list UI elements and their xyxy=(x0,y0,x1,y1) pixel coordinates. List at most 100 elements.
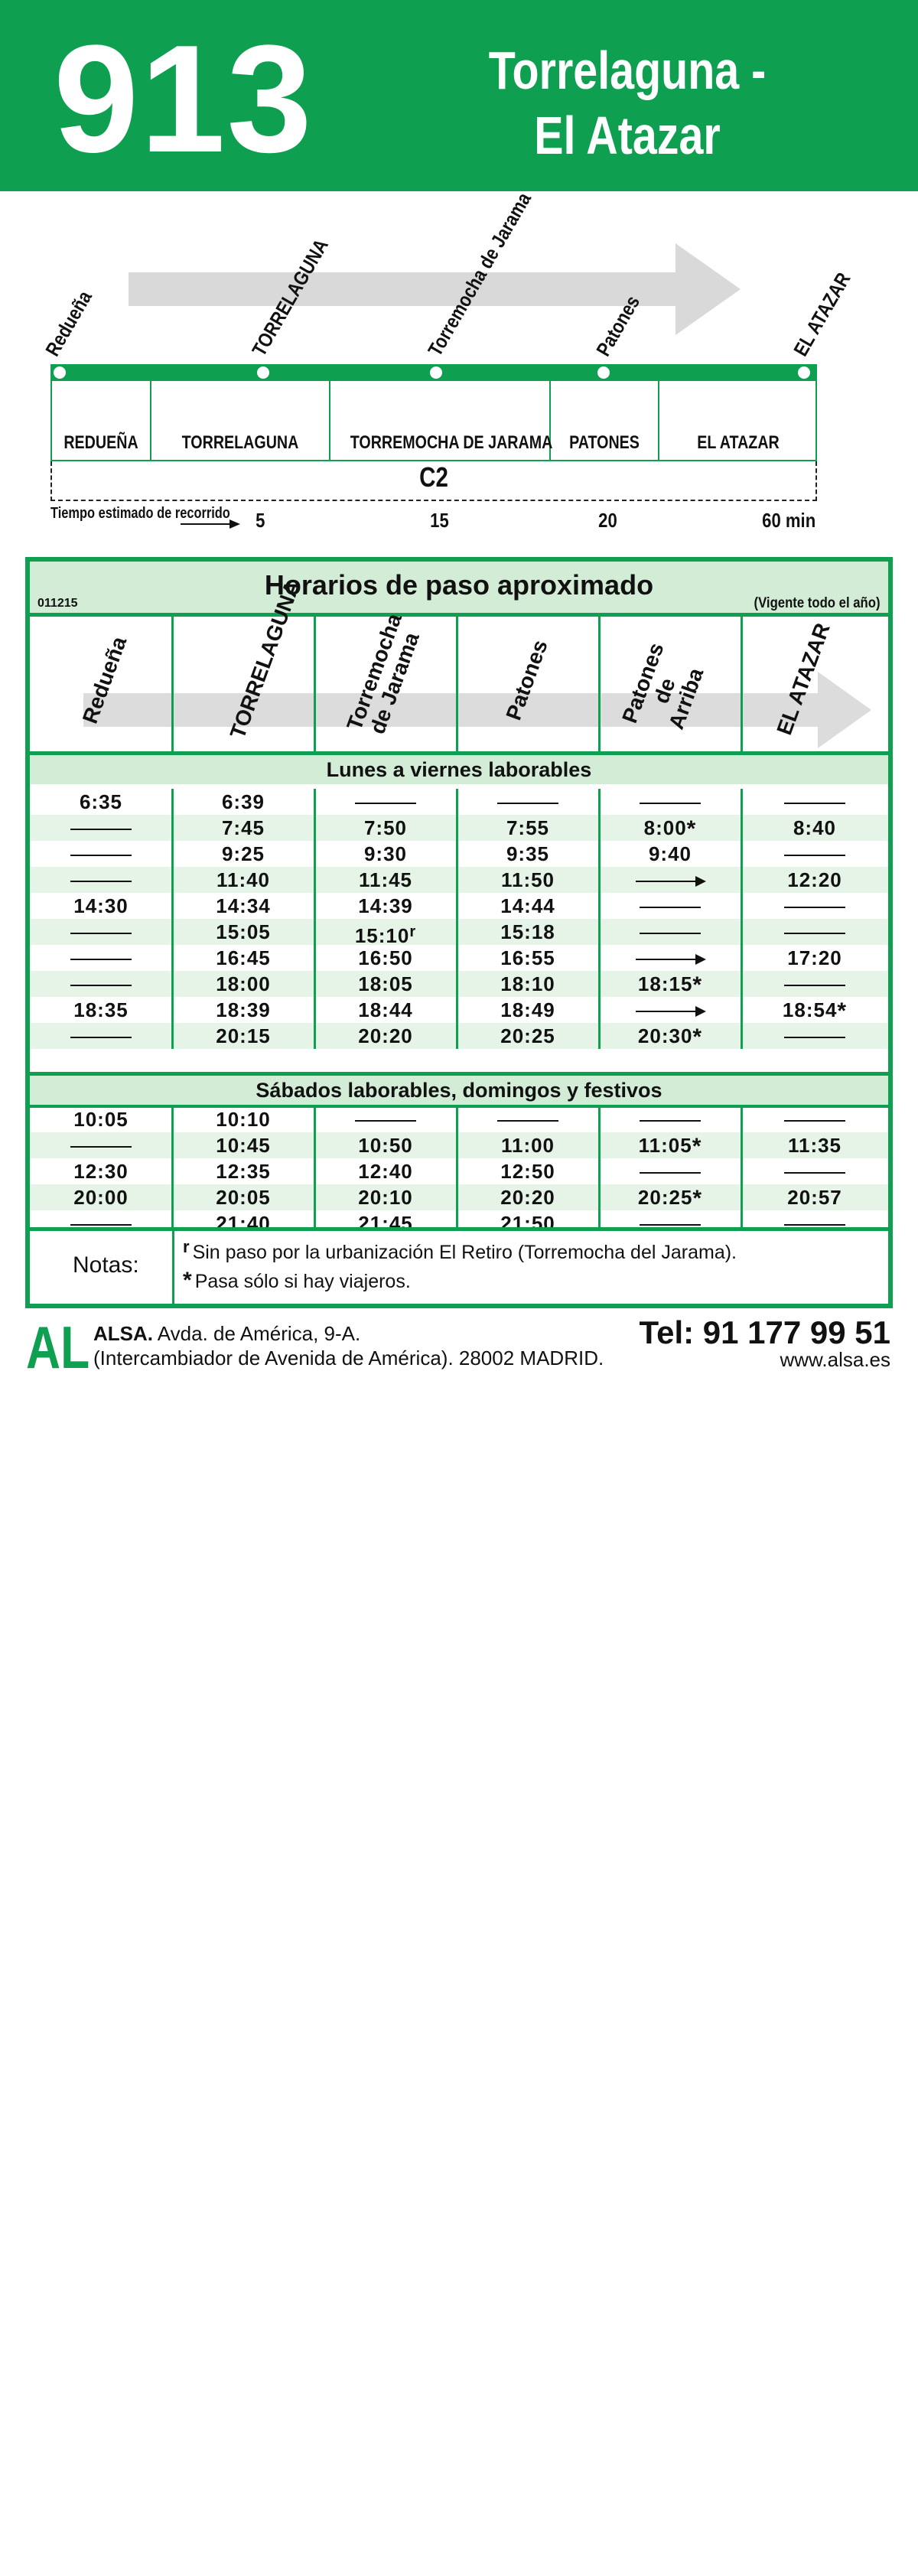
column-direction-arrow xyxy=(83,672,871,748)
time-cell: 11:50 xyxy=(500,868,555,891)
zone-label: TORRELAGUNA xyxy=(181,432,299,453)
alsa-logo: AL xyxy=(26,1314,90,1381)
time-cell: 20:20 xyxy=(358,1024,413,1047)
note-mark: * xyxy=(692,972,703,998)
weekend-section-title: Sábados laborables, domingos y festivos xyxy=(30,1072,888,1108)
time-cell xyxy=(30,919,172,945)
time-cell: 18:49 xyxy=(500,998,555,1021)
column-separator xyxy=(598,1106,601,1227)
column-separator xyxy=(456,789,458,1049)
time-cell: 11:35 xyxy=(787,1134,842,1157)
timetable-row: 12:30 12:35 12:40 12:50 xyxy=(30,1158,888,1184)
time-cell: 14:30 xyxy=(73,894,129,917)
stop-dot-patones xyxy=(597,366,610,379)
time-cell xyxy=(314,1106,457,1132)
time-cell: 20:25 xyxy=(500,1024,555,1047)
no-service-dash xyxy=(784,855,845,857)
no-service-dash xyxy=(355,803,416,805)
time-cell: 20:25* xyxy=(637,1186,703,1211)
timetable-row: 14:30 14:34 14:39 14:44 xyxy=(30,893,888,919)
time-cell: 7:45 xyxy=(221,816,265,839)
time-cell: 18:44 xyxy=(358,998,413,1021)
time-cell xyxy=(314,789,457,815)
time-cell: 18:05 xyxy=(358,972,413,995)
note-mark: * xyxy=(183,1268,192,1293)
time-cell: 10:10 xyxy=(216,1108,271,1131)
note-mark: * xyxy=(692,1186,703,1211)
time-cell: 16:45 xyxy=(216,946,271,969)
timetable: Horarios de paso aproximado 011215 (Vige… xyxy=(25,557,893,1308)
pass-through-arrow-icon xyxy=(636,954,706,966)
fare-zone-box: C2 xyxy=(50,461,817,501)
travel-time-value: 15 xyxy=(430,509,449,532)
route-name-line1: Torrelaguna - xyxy=(488,41,767,100)
time-cell: 15:05 xyxy=(216,920,271,943)
travel-time-value: 60 min xyxy=(762,509,816,532)
no-service-dash xyxy=(70,1037,132,1039)
no-service-dash xyxy=(784,907,845,909)
time-cell: 20:57 xyxy=(787,1186,842,1209)
time-cell: 18:39 xyxy=(216,998,271,1021)
time-cell: 16:55 xyxy=(500,946,555,969)
timetable-row: 6:35 6:39 xyxy=(30,789,888,815)
note-mark: r xyxy=(183,1237,190,1256)
column-separator xyxy=(741,613,743,755)
pass-through-arrow-icon xyxy=(636,1006,706,1018)
time-cell: 11:00 xyxy=(500,1134,555,1157)
column-separator xyxy=(741,1106,743,1227)
zone-box: REDUEÑA xyxy=(52,381,151,460)
company-street: Avda. de América, 9-A. xyxy=(157,1322,361,1345)
time-cell xyxy=(741,919,888,945)
company-address-line2: (Intercambiador de Avenida de América). … xyxy=(93,1347,604,1369)
time-cell: 11:05* xyxy=(638,1134,702,1159)
fare-zone-label: C2 xyxy=(419,461,448,493)
note-mark: r xyxy=(409,923,417,940)
time-cell: 12:40 xyxy=(358,1160,413,1183)
time-cell xyxy=(599,789,741,815)
pass-through-arrow-icon xyxy=(636,876,706,887)
no-service-dash xyxy=(784,1172,845,1174)
time-cell: 8:00* xyxy=(643,816,697,842)
zone-label: EL ATAZAR xyxy=(697,432,780,453)
time-cell xyxy=(741,971,888,997)
no-service-dash xyxy=(497,1120,558,1122)
notes-divider xyxy=(172,1231,174,1304)
column-separator xyxy=(314,789,316,1049)
time-cell xyxy=(30,815,172,841)
time-cell: 18:15* xyxy=(637,972,703,998)
column-separator xyxy=(598,789,601,1049)
zone-box: TORRELAGUNA xyxy=(151,381,330,460)
note-text: Sin paso por la urbanización El Retiro (… xyxy=(192,1242,737,1263)
timetable-row: 16:45 16:50 16:55 17:20 xyxy=(30,945,888,971)
time-cell: 16:50 xyxy=(358,946,413,969)
time-cell xyxy=(30,945,172,971)
note-mark: * xyxy=(686,816,697,842)
zone-box: PATONES xyxy=(551,381,659,460)
no-service-dash xyxy=(640,933,701,935)
time-cell: 12:20 xyxy=(787,868,842,891)
time-cell: 7:55 xyxy=(506,816,550,839)
time-cell: 15:10r xyxy=(354,923,417,947)
zone-label: REDUEÑA xyxy=(63,432,138,453)
time-cell xyxy=(457,1106,599,1132)
timetable-validity: (Vigente todo el año) xyxy=(754,595,881,611)
zone-boxes: REDUEÑA TORRELAGUNA TORREMOCHA DE JARAMA… xyxy=(50,381,817,461)
time-cell: 14:44 xyxy=(500,894,555,917)
time-cell xyxy=(741,1023,888,1049)
timetable-code: 011215 xyxy=(37,597,78,610)
no-service-dash xyxy=(70,829,132,831)
phone-number[interactable]: Tel: 91 177 99 51 xyxy=(640,1314,890,1351)
time-cell: 12:35 xyxy=(216,1160,271,1183)
no-service-dash xyxy=(784,1037,845,1039)
time-cell: 20:00 xyxy=(73,1186,129,1209)
no-service-dash xyxy=(784,933,845,935)
stop-label-el-atazar: EL ATAZAR xyxy=(789,268,855,360)
time-cell xyxy=(599,997,741,1023)
stop-dot-reduena xyxy=(54,366,66,379)
time-cell: 10:45 xyxy=(216,1134,271,1157)
company-name: ALSA. xyxy=(93,1322,153,1345)
time-cell: 11:40 xyxy=(216,868,271,891)
note-item: r Sin paso por la urbanización El Retiro … xyxy=(183,1237,737,1264)
travel-time-value: 20 xyxy=(598,509,617,532)
website-link[interactable]: www.alsa.es xyxy=(780,1348,891,1372)
